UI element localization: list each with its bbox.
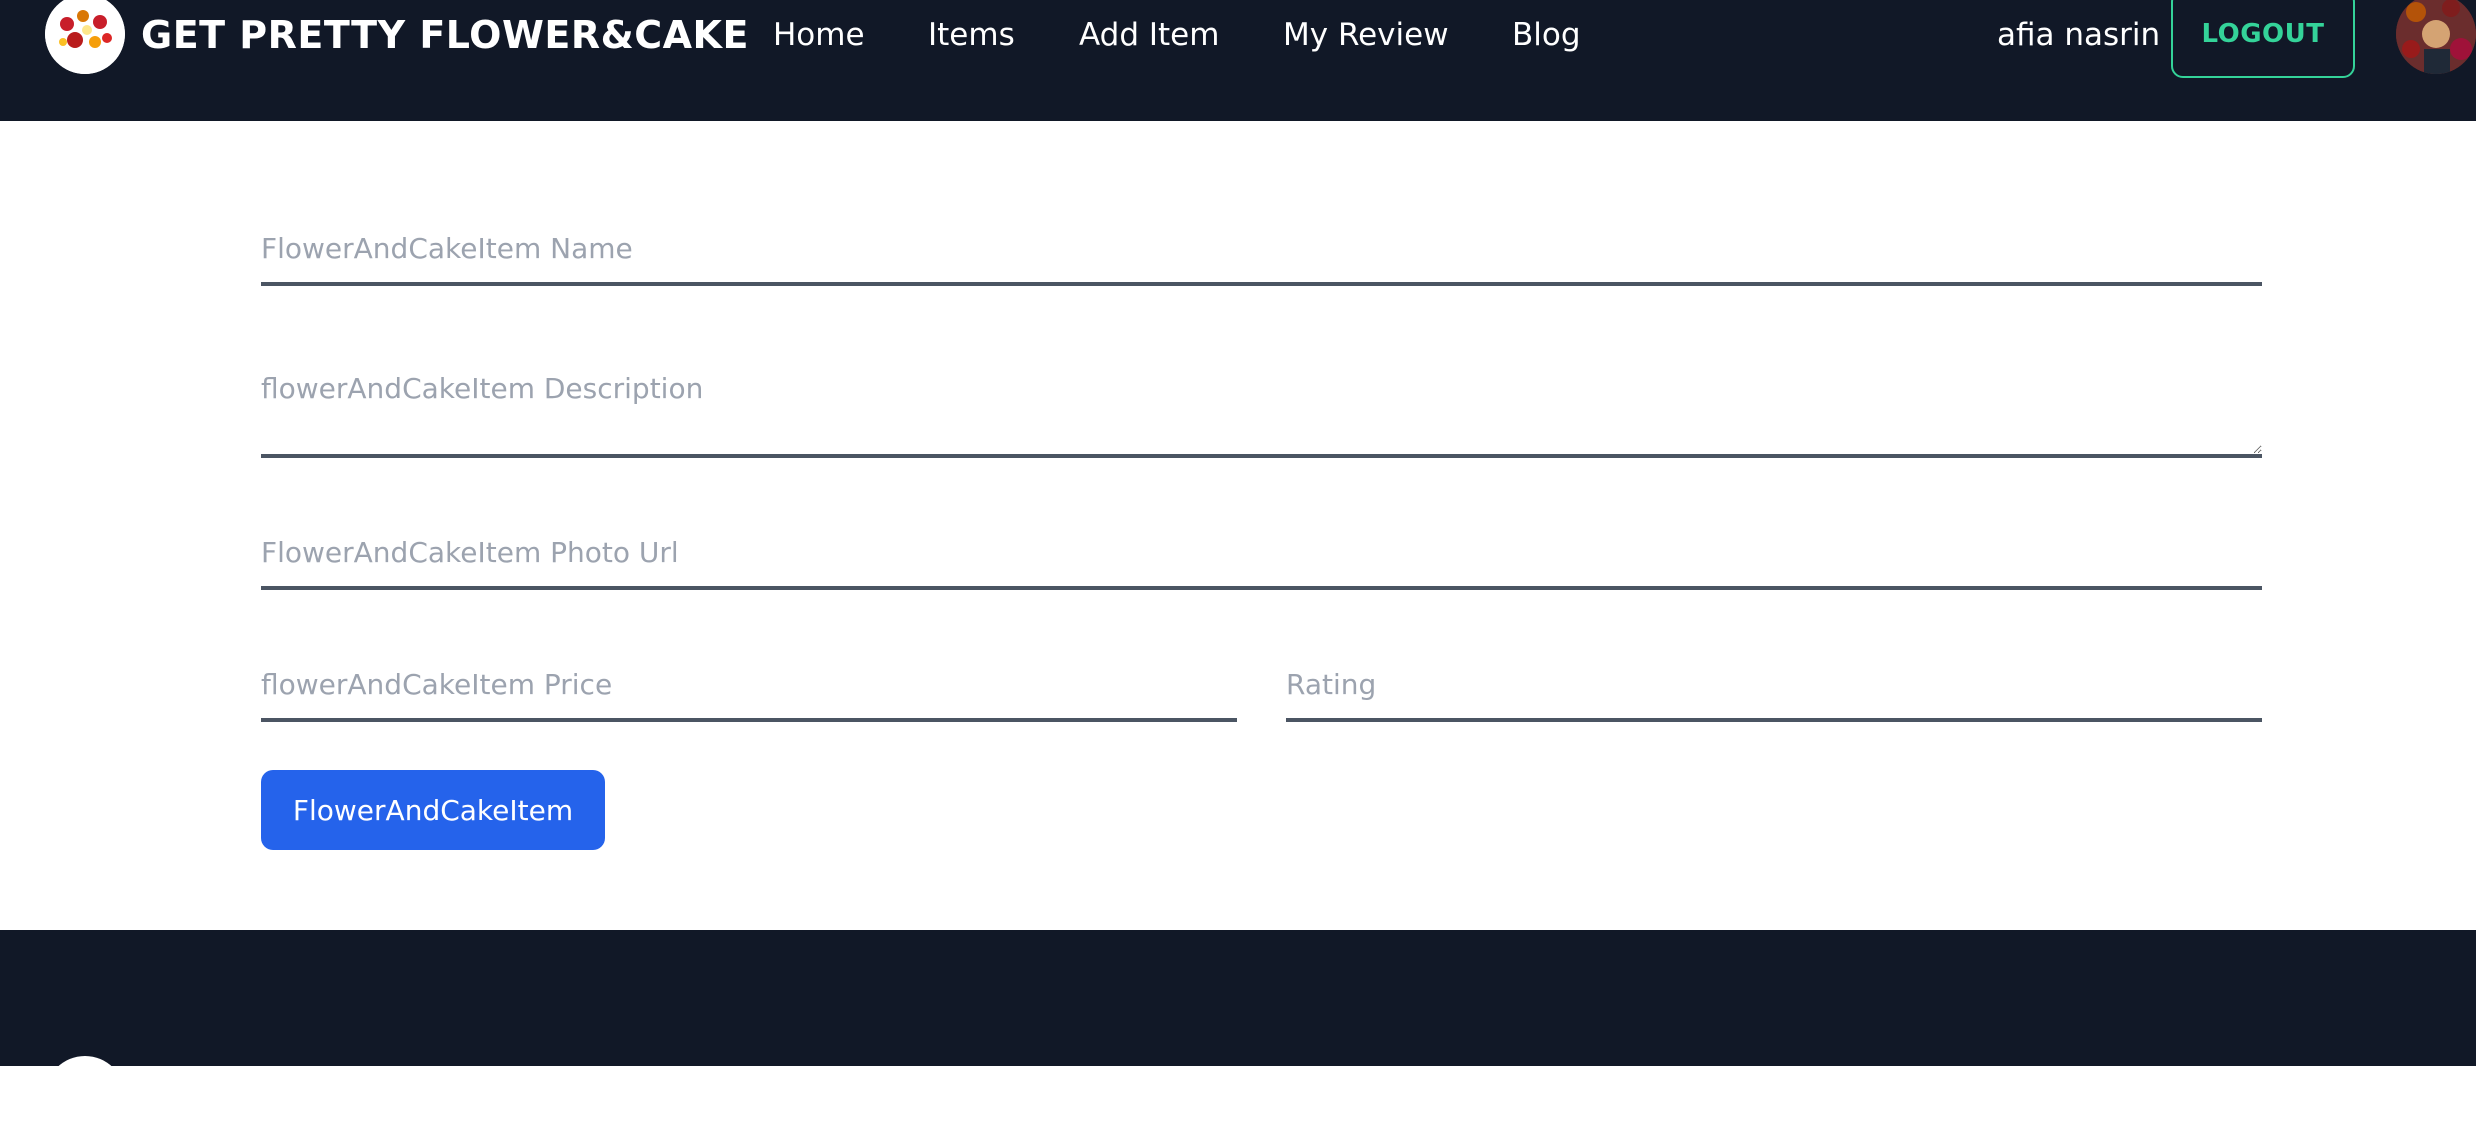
nav-link-my-review[interactable]: My Review (1283, 12, 1449, 58)
brand-title[interactable]: GET PRETTY FLOWER&CAKE (141, 12, 749, 58)
submit-item-button[interactable]: FlowerAndCakeItem (261, 770, 605, 850)
nav-link-add-item[interactable]: Add Item (1079, 12, 1219, 58)
brand-logo-icon[interactable] (45, 0, 125, 74)
logout-button[interactable]: LOGOUT (2171, 0, 2355, 78)
navbar: GET PRETTY FLOWER&CAKE Home Items Add It… (0, 0, 2476, 121)
item-photo-url-input[interactable] (261, 518, 2262, 590)
nav-link-blog[interactable]: Blog (1512, 12, 1581, 58)
nav-link-home[interactable]: Home (773, 12, 865, 58)
footer (0, 930, 2476, 1136)
item-description-textarea[interactable] (261, 348, 2262, 458)
footer-logo-icon (45, 1056, 125, 1136)
nav-link-items[interactable]: Items (928, 12, 1015, 58)
user-avatar-icon[interactable] (2396, 0, 2476, 74)
item-name-input[interactable] (261, 214, 2262, 286)
item-rating-input[interactable] (1286, 650, 2262, 722)
username-label: afia nasrin (1997, 17, 2161, 53)
item-price-input[interactable] (261, 650, 1237, 722)
